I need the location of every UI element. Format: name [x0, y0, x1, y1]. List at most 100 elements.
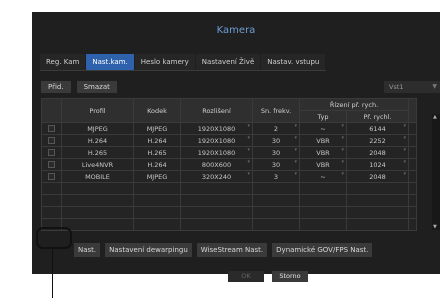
cell-fps[interactable]: 2 ▾	[252, 122, 300, 135]
header-type: Typ	[299, 110, 347, 123]
empty-cell	[133, 218, 181, 231]
table-scrollbar[interactable]: ▲ ▼	[432, 114, 440, 230]
empty-cell	[180, 194, 253, 207]
bitrate-value: 2048	[369, 148, 386, 157]
chevron-down-icon: ▾	[403, 147, 406, 154]
header-resolution: Rozlišení	[180, 98, 253, 123]
row-checkbox-cell[interactable]	[41, 146, 62, 159]
row-checkbox[interactable]	[48, 125, 55, 132]
empty-cell	[61, 206, 134, 219]
cell-fps[interactable]: 30 ▾	[252, 134, 300, 147]
ok-button[interactable]: OK	[228, 271, 264, 282]
resolution-value: 800X600	[201, 160, 232, 169]
settings-button[interactable]: Nast.	[74, 243, 101, 257]
empty-cell	[346, 206, 409, 219]
empty-cell	[408, 206, 417, 219]
wisestream-settings-button[interactable]: WiseStream Nast.	[196, 243, 268, 257]
type-value: VBR	[316, 148, 330, 157]
empty-cell	[133, 206, 181, 219]
cell-resolution[interactable]: 1920X1080 ▾	[180, 146, 253, 159]
chevron-down-icon: ▾	[341, 159, 344, 166]
row-checkbox[interactable]	[48, 137, 55, 144]
tab-camera-password[interactable]: Heslo kamery	[134, 54, 195, 70]
cell-resolution[interactable]: 1920X1080 ▾	[180, 122, 253, 135]
row-checkbox-cell[interactable]	[41, 158, 62, 171]
cell-bitrate[interactable]: 6144 ▾	[346, 122, 409, 135]
chevron-down-icon: ▾	[294, 171, 297, 178]
cell-codec[interactable]: H.264	[133, 134, 181, 147]
fps-value: 30	[271, 148, 281, 157]
cell-fps[interactable]: 3 ▾	[252, 170, 300, 183]
cell-bitrate[interactable]: 2252 ▾	[346, 134, 409, 147]
cell-profile[interactable]: H.265	[61, 146, 134, 159]
resolution-value: 1920X1080	[197, 148, 236, 157]
cell-resolution[interactable]: 1920X1080 ▾	[180, 134, 253, 147]
cell-type[interactable]: VBR ▾	[299, 146, 347, 159]
empty-cell	[180, 182, 253, 195]
cell-bitrate[interactable]: 2048 ▾	[346, 146, 409, 159]
tab-camera-settings[interactable]: Nast.kam.	[86, 54, 134, 70]
table-row: H.265 H.265 1920X1080 ▾ 30 ▾ VBR ▾ 2048 ▾	[41, 146, 417, 159]
fps-value: 30	[271, 136, 281, 145]
cell-bitrate[interactable]: 1024 ▾	[346, 158, 409, 171]
row-checkbox[interactable]	[48, 173, 55, 180]
cell-bitrate[interactable]: 2048 ▾	[346, 170, 409, 183]
cell-codec[interactable]: MJPEG	[133, 170, 181, 183]
cell-profile[interactable]: MOBILE	[61, 170, 134, 183]
delete-profile-button[interactable]: Smazat	[76, 81, 117, 93]
empty-cell	[180, 206, 253, 219]
cell-type[interactable]: ~ ▾	[299, 170, 347, 183]
row-checkbox[interactable]	[48, 161, 55, 168]
cell-fps[interactable]: 30 ▾	[252, 158, 300, 171]
cell-spacer	[408, 146, 417, 159]
chevron-down-icon: ▾	[403, 123, 406, 130]
scroll-down-icon[interactable]: ▼	[433, 224, 437, 230]
cell-resolution[interactable]: 320X240 ▾	[180, 170, 253, 183]
chevron-down-icon: ▾	[294, 135, 297, 142]
chevron-down-icon: ▾	[294, 159, 297, 166]
cell-type[interactable]: ~ ▾	[299, 122, 347, 135]
bitrate-value: 2252	[369, 136, 386, 145]
row-checkbox-cell[interactable]	[41, 122, 62, 135]
cell-type[interactable]: VBR ▾	[299, 158, 347, 171]
dewarping-settings-button[interactable]: Nastavení dewarpingu	[105, 243, 192, 257]
tab-input-settings[interactable]: Nastav. vstupu	[261, 54, 326, 70]
cell-resolution[interactable]: 800X600 ▾	[180, 158, 253, 171]
fps-value: 30	[271, 160, 281, 169]
cell-codec[interactable]: H.265	[133, 146, 181, 159]
bitrate-value: 2048	[369, 172, 386, 181]
tab-live-settings[interactable]: Nastavení Živě	[195, 54, 261, 70]
cell-profile[interactable]: MJPEG	[61, 122, 134, 135]
cancel-button[interactable]: Storno	[272, 271, 308, 282]
callout-leader-line	[52, 249, 53, 298]
cell-codec[interactable]: H.264	[133, 158, 181, 171]
tab-bar: Reg. Kam Nast.kam. Heslo kamery Nastaven…	[40, 54, 327, 71]
stream-select[interactable]: Vst1 ▼	[384, 81, 440, 93]
cell-profile[interactable]: Live4NVR	[61, 158, 134, 171]
chevron-down-icon: ▼	[432, 83, 437, 90]
add-profile-button[interactable]: Přid.	[41, 81, 71, 93]
header-bitrate: Př. rychl.	[346, 110, 409, 123]
row-checkbox[interactable]	[48, 149, 55, 156]
resolution-value: 320X240	[201, 172, 232, 181]
cell-profile[interactable]: H.264	[61, 134, 134, 147]
type-value: VBR	[316, 136, 330, 145]
header-profile: Profil	[61, 98, 134, 123]
type-value: ~	[320, 172, 326, 181]
empty-cell	[133, 194, 181, 207]
cell-fps[interactable]: 30 ▾	[252, 146, 300, 159]
scroll-up-icon[interactable]: ▲	[433, 114, 437, 120]
row-checkbox-cell[interactable]	[41, 134, 62, 147]
tab-camera-registration[interactable]: Reg. Kam	[40, 54, 86, 70]
cell-codec[interactable]: MJPEG	[133, 122, 181, 135]
empty-cell	[299, 206, 347, 219]
bitrate-value: 1024	[369, 160, 386, 169]
dynamic-gov-fps-button[interactable]: Dynamické GOV/FPS Nast.	[272, 243, 373, 257]
type-value: VBR	[316, 160, 330, 169]
bitrate-value: 6144	[369, 124, 386, 133]
cell-type[interactable]: VBR ▾	[299, 134, 347, 147]
chevron-down-icon: ▾	[247, 159, 250, 166]
row-checkbox-cell[interactable]	[41, 170, 62, 183]
chevron-down-icon: ▾	[247, 135, 250, 142]
cell-spacer	[408, 158, 417, 171]
